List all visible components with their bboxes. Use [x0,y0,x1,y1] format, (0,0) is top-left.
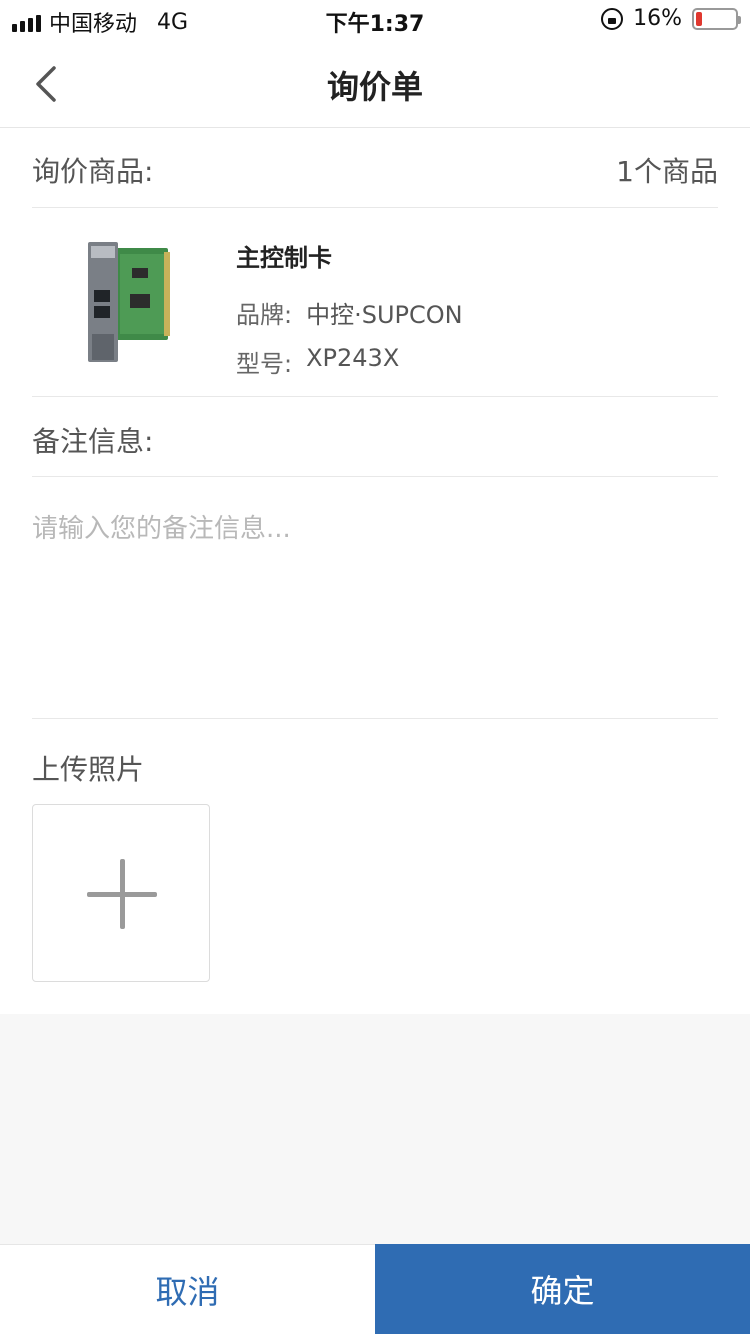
plus-icon [87,859,157,929]
product-name: 主控制卡 [236,244,332,272]
page-title: 询价单 [326,68,423,106]
brand-value: 中控·SUPCON [306,301,463,329]
cancel-button[interactable]: 取消 [0,1244,375,1334]
model-label: 型号: [236,350,293,378]
inquiry-count: 1个商品 [616,155,718,188]
divider [32,718,718,719]
background-fill [0,1014,750,1244]
upload-title: 上传照片 [32,753,145,786]
divider [32,476,718,477]
battery-fill [696,11,702,26]
upload-photo-button[interactable] [32,804,210,982]
product-image [88,242,170,362]
divider [32,396,718,397]
product-model-row: 型号: XP243X [236,344,463,379]
bottom-action-bar: 取消 确定 [0,1244,750,1334]
product-info: 主控制卡 品牌: 中控·SUPCON 型号: XP243X [236,238,463,393]
product-brand-row: 品牌: 中控·SUPCON [236,295,463,330]
status-bar: 中国移动 4G 下午1:37 16% [0,0,750,40]
status-right: 16% [601,6,741,31]
inquiry-header: 询价商品: 1个商品 [32,150,718,190]
model-value: XP243X [306,344,400,372]
divider [32,207,718,208]
product-item: 主控制卡 品牌: 中控·SUPCON 型号: XP243X [32,210,718,396]
remark-header: 备注信息: [32,420,718,460]
confirm-button[interactable]: 确定 [375,1244,750,1334]
remark-input[interactable] [32,496,718,716]
brand-label: 品牌: [236,301,293,329]
orientation-lock-icon [601,7,624,30]
nav-bar: 询价单 [0,40,750,128]
battery-icon [692,7,741,30]
inquiry-label: 询价商品: [32,155,154,188]
battery-percent: 16% [633,6,682,31]
remark-label: 备注信息: [32,425,154,458]
